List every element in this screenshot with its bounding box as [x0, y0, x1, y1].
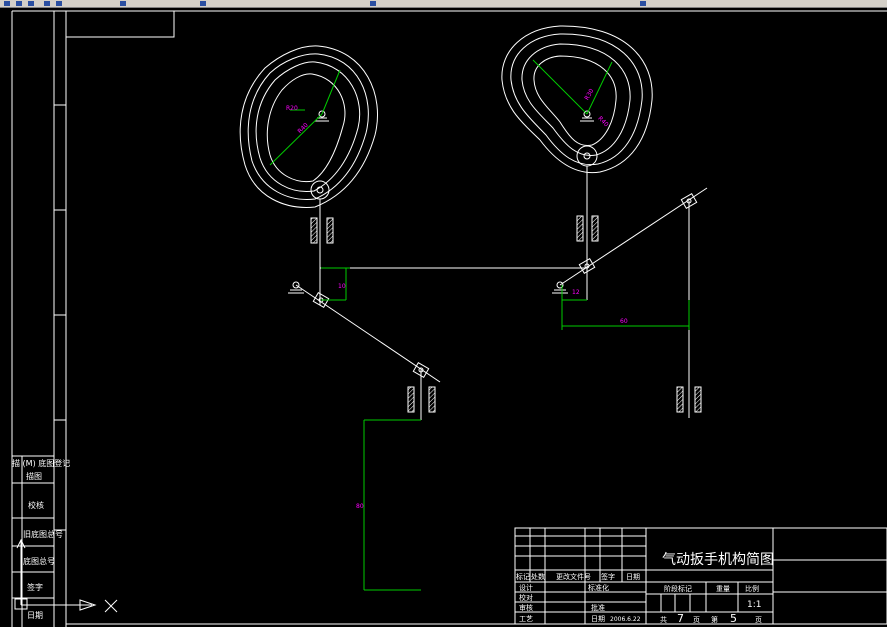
- right-cam-dimensions: [532, 59, 613, 115]
- save-icon[interactable]: [16, 1, 22, 6]
- print-icon[interactable]: [28, 1, 34, 6]
- sheet-no-prefix: 第: [711, 615, 718, 624]
- right-cam: [501, 25, 653, 174]
- drawing-frame: [11, 10, 887, 627]
- row-label: 工艺: [519, 615, 533, 623]
- approval-label: 批准: [591, 603, 605, 612]
- drawing-canvas[interactable]: 描 (M) 底图登记 描图 校核 旧底图总号 底图总号 签字 日期 R20 R4…: [0, 8, 887, 627]
- dim-left-small: 10: [338, 283, 346, 290]
- revision-row-text: 描图: [26, 471, 42, 481]
- revision-row-text: 描 (M) 底图登记: [12, 458, 70, 468]
- left-cam-dimensions: [269, 69, 341, 166]
- weight-label: 重量: [716, 585, 730, 593]
- pan-icon[interactable]: [120, 1, 126, 6]
- row-label: 校对: [519, 593, 533, 602]
- date-value: 2006.6.22: [610, 616, 641, 623]
- dim-left-vertical: 80: [356, 503, 364, 510]
- drawing-title: 气动扳手机构简图: [662, 551, 774, 568]
- layer-icon[interactable]: [370, 1, 376, 6]
- scale-label: 比例: [745, 584, 759, 593]
- row-label: 审核: [519, 603, 533, 612]
- sheets-unit: 页: [693, 616, 700, 624]
- toolbar: [0, 0, 887, 8]
- dim-r40-left: R40: [296, 122, 309, 135]
- open-icon[interactable]: [4, 1, 10, 6]
- left-linkage: [288, 199, 588, 420]
- revision-row-text: 签字: [27, 582, 43, 592]
- revision-row-text: 日期: [27, 611, 43, 620]
- dim-right-small: 12: [572, 289, 580, 296]
- zoom-icon[interactable]: [200, 1, 206, 6]
- revision-row-text: 底图总号: [23, 556, 55, 566]
- standardization-label: 标准化: [588, 583, 609, 592]
- sheets-unit: 页: [755, 616, 762, 624]
- stage-label: 阶段标记: [664, 584, 692, 593]
- dim-r20-left: R20: [286, 105, 298, 112]
- undo-icon[interactable]: [44, 1, 50, 6]
- dim-r40-right: R40: [596, 115, 609, 128]
- header-cell: 处数: [531, 572, 545, 581]
- row-label: 设计: [519, 583, 533, 592]
- sheets-total-prefix: 共: [660, 615, 667, 624]
- sheets-total: 7: [677, 612, 684, 625]
- header-cell: 更改文件号: [556, 572, 591, 581]
- header-cell: 签字: [601, 572, 615, 581]
- header-cell: 标记: [516, 572, 530, 581]
- properties-icon[interactable]: [640, 1, 646, 6]
- revision-row-text: 旧底图总号: [23, 529, 63, 539]
- dim-right-horizontal: 60: [620, 318, 628, 325]
- header-cell: 日期: [626, 573, 640, 581]
- revision-row-text: 校核: [28, 500, 44, 510]
- scale-value: 1:1: [747, 600, 761, 610]
- sheet-no: 5: [730, 612, 737, 625]
- redo-icon[interactable]: [56, 1, 62, 6]
- title-block: 标记 处数 更改文件号 签字 日期 设计 校对 审核 工艺 标准化 批准 日期 …: [514, 527, 887, 625]
- left-dimensions: [321, 267, 421, 591]
- date-label: 日期: [591, 615, 605, 623]
